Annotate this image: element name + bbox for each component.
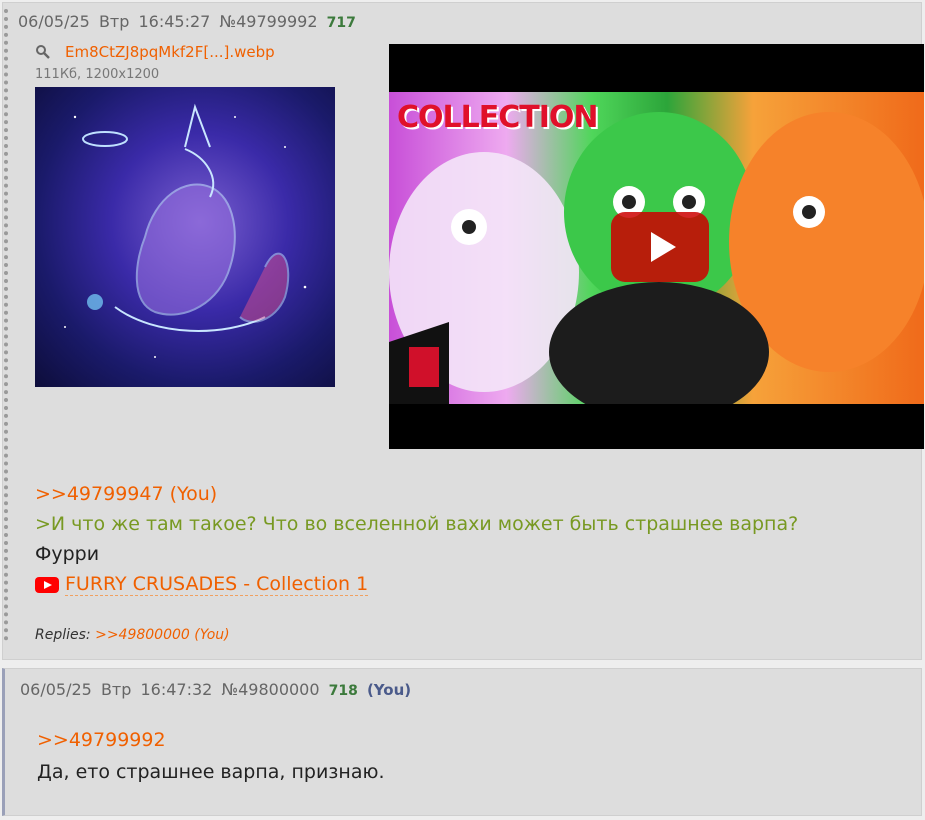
video-thumbnail-art: COLLECTION	[389, 92, 924, 404]
post-text: Фурри	[35, 543, 100, 565]
post-position: 718	[328, 683, 358, 699]
you-tag: (You)	[366, 681, 412, 699]
post-text: Да, ето страшнее варпа, признаю.	[37, 761, 385, 783]
file-meta: 111Кб, 1200x1200	[35, 67, 160, 82]
post-718: 06/05/25 Втр 16:47:32 №49800000 718 (You…	[2, 668, 922, 816]
post-time: 16:45:27	[138, 12, 211, 31]
post-number[interactable]: №49800000	[221, 680, 319, 699]
play-button[interactable]	[611, 212, 709, 282]
reply-link[interactable]: >>49799992	[37, 729, 166, 751]
post-day: Втр	[100, 680, 132, 699]
search-icon[interactable]	[35, 44, 51, 60]
greentext-quote: >И что же там такое? Что во вселенной ва…	[35, 513, 799, 535]
youtube-link[interactable]: FURRY CRUSADES - Collection 1	[35, 573, 369, 596]
reply-link[interactable]: >>49799947 (You)	[35, 483, 217, 505]
replies-label: Replies:	[35, 627, 91, 643]
post-time: 16:47:32	[140, 680, 213, 699]
post-717: 06/05/25 Втр 16:45:27 №49799992 717 Em8C…	[2, 2, 924, 660]
file-name-link[interactable]: Em8CtZJ8pqMkf2F[...].webp	[65, 43, 275, 61]
youtube-title[interactable]: FURRY CRUSADES - Collection 1	[65, 573, 369, 596]
post-header: 06/05/25 Втр 16:47:32 №49800000 718 (You…	[20, 680, 415, 699]
space-wolf-artwork	[64, 103, 307, 358]
youtube-icon	[35, 576, 59, 593]
post-number[interactable]: №49799992	[219, 12, 317, 31]
image-thumbnail[interactable]	[35, 87, 335, 387]
post-date: 06/05/25	[18, 12, 90, 31]
video-thumbnail[interactable]: COLLECTION	[389, 44, 924, 449]
post-header: 06/05/25 Втр 16:45:27 №49799992 717	[18, 12, 360, 31]
replies-link[interactable]: >>49800000 (You)	[95, 627, 230, 643]
file-info: Em8CtZJ8pqMkf2F[...].webp 111Кб, 1200x12…	[35, 43, 275, 82]
play-icon	[651, 232, 676, 262]
post-position: 717	[326, 15, 356, 31]
post-date: 06/05/25	[20, 680, 92, 699]
post-day: Втр	[98, 12, 130, 31]
replies: Replies: >>49800000 (You)	[35, 627, 230, 643]
